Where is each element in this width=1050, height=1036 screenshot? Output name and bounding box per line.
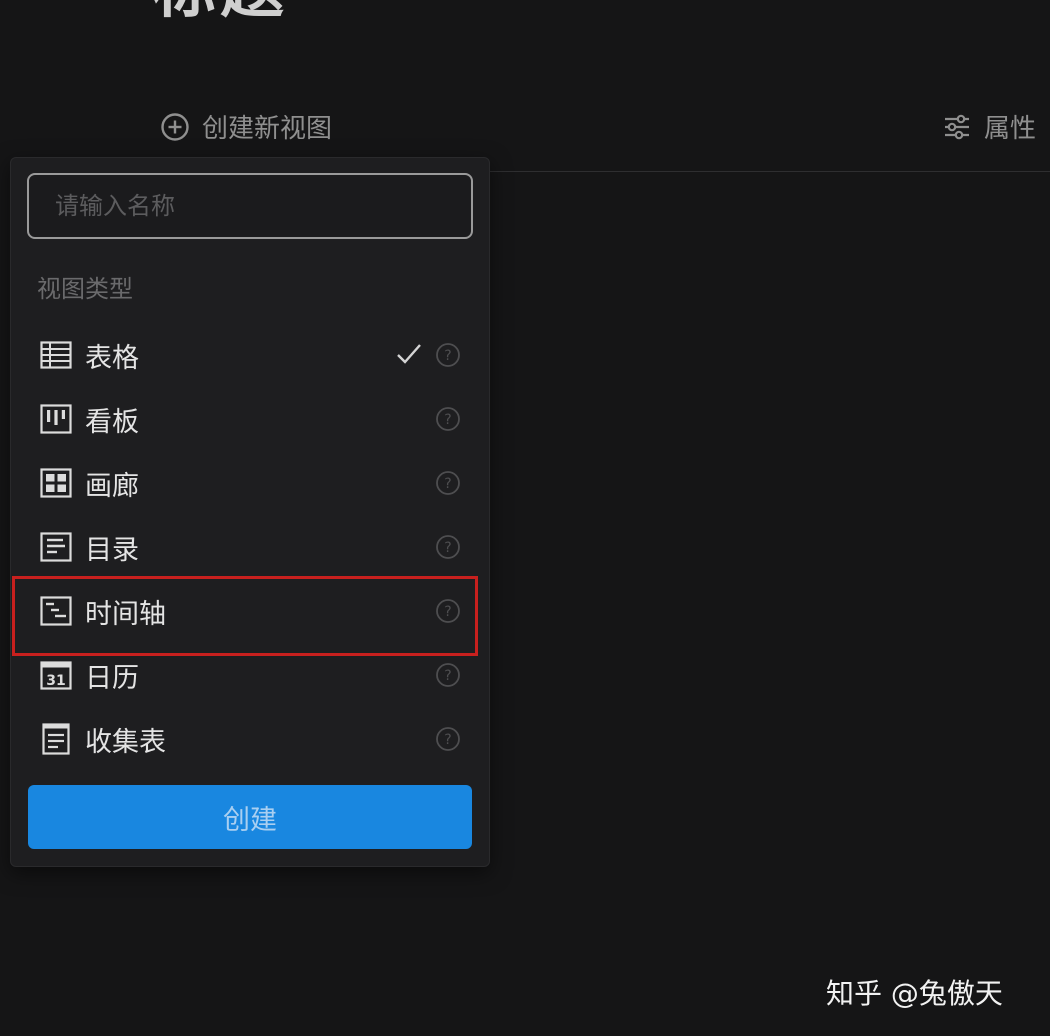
toolbar-divider: [488, 171, 1050, 172]
view-type-label: 日历: [85, 663, 139, 694]
view-type-label: 目录: [85, 535, 139, 566]
create-view-popover: 视图类型 表格 ?: [10, 157, 490, 867]
view-type-timeline[interactable]: 时间轴 ?: [11, 576, 489, 656]
create-view-button[interactable]: 创建新视图: [160, 108, 332, 145]
svg-text:?: ?: [444, 668, 451, 684]
help-icon[interactable]: ?: [435, 726, 461, 752]
view-type-label: 表格: [85, 343, 139, 374]
svg-text:?: ?: [444, 476, 451, 492]
svg-text:?: ?: [444, 348, 451, 364]
sliders-icon: [945, 114, 969, 139]
view-type-catalog[interactable]: 目录 ?: [11, 514, 489, 578]
gallery-icon: [40, 468, 72, 498]
svg-text:?: ?: [444, 604, 451, 620]
svg-text:?: ?: [444, 412, 451, 428]
create-button[interactable]: 创建: [28, 785, 472, 849]
page-title: 标题: [152, 0, 288, 22]
kanban-icon: [40, 404, 72, 434]
view-toolbar: 创建新视图 属性: [0, 100, 1050, 154]
view-type-list: 表格 ? 看板 ? 画廊 ? 目录 ? 时间轴 ? 31 日历 ? 收集表 ?: [11, 322, 489, 770]
view-type-label: 时间轴: [85, 599, 166, 630]
help-icon[interactable]: ?: [435, 598, 461, 624]
view-type-table[interactable]: 表格 ?: [11, 322, 489, 386]
view-type-gallery[interactable]: 画廊 ?: [11, 450, 489, 514]
calendar-icon: 31: [40, 661, 72, 690]
view-type-calendar[interactable]: 31 日历 ?: [11, 642, 489, 706]
view-type-label: 收集表: [85, 727, 166, 758]
svg-text:?: ?: [444, 540, 451, 556]
create-view-label: 创建新视图: [202, 114, 333, 144]
view-type-label: 画廊: [85, 471, 139, 502]
view-type-section-label: 视图类型: [37, 275, 133, 303]
view-type-kanban[interactable]: 看板 ?: [11, 386, 489, 450]
calendar-icon-day: 31: [46, 673, 65, 689]
table-icon: [40, 341, 72, 369]
help-icon[interactable]: ?: [435, 406, 461, 432]
properties-button[interactable]: 属性: [942, 108, 1036, 145]
help-icon[interactable]: ?: [435, 534, 461, 560]
list-icon: [40, 532, 72, 562]
help-icon[interactable]: ?: [435, 470, 461, 496]
help-icon[interactable]: ?: [435, 342, 461, 368]
watermark: 知乎 @兔傲天: [826, 977, 1003, 1010]
timeline-icon: [40, 596, 72, 626]
view-type-label: 看板: [85, 407, 139, 438]
svg-text:?: ?: [444, 732, 451, 748]
view-type-form[interactable]: 收集表 ?: [11, 706, 489, 770]
properties-label: 属性: [984, 114, 1037, 144]
form-icon: [42, 723, 70, 755]
help-icon[interactable]: ?: [435, 662, 461, 688]
view-name-input[interactable]: [27, 173, 473, 239]
add-circle-icon: [161, 112, 189, 141]
checkmark-icon: [397, 344, 421, 364]
